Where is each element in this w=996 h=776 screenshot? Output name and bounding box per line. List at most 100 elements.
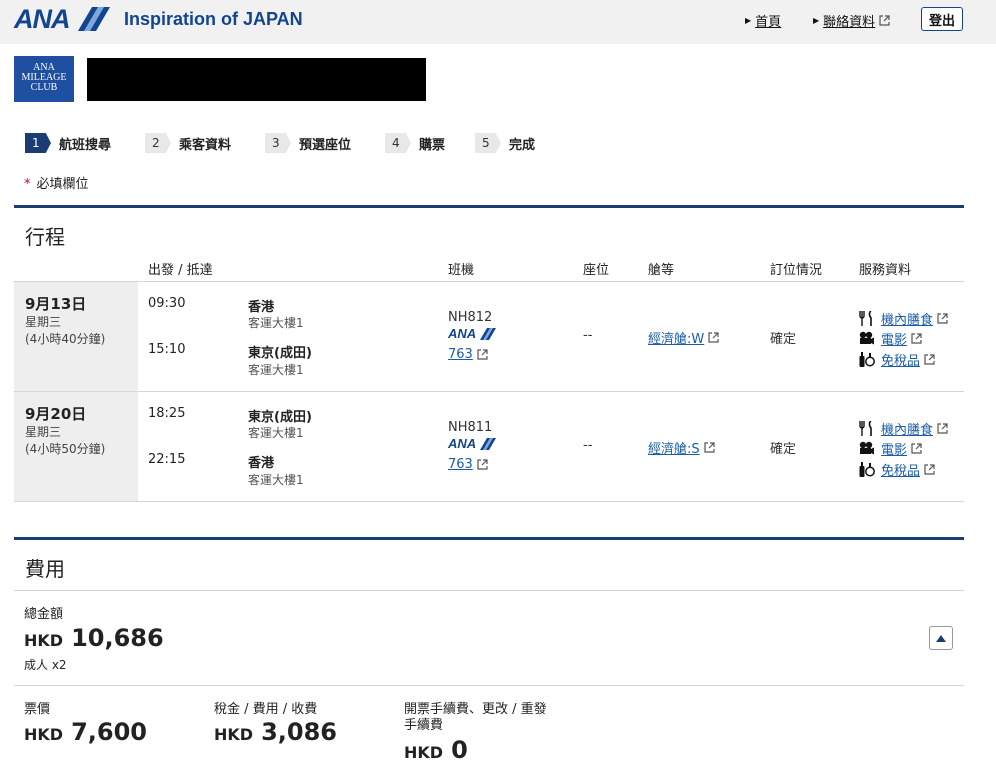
total-label: 總金額 bbox=[24, 607, 64, 622]
service-dutyfree-link[interactable]: 免稅品 bbox=[859, 350, 935, 369]
aircraft-label: 763 bbox=[448, 347, 473, 362]
service-label: 免稅品 bbox=[881, 354, 921, 369]
arrival-terminal: 客運大樓1 bbox=[248, 473, 304, 487]
external-link-icon bbox=[924, 354, 935, 365]
flight-date: 9月20日 bbox=[25, 405, 87, 423]
airline-logo: ANA bbox=[448, 326, 497, 341]
departure-terminal: 客運大樓1 bbox=[248, 316, 304, 330]
total-amount: HKD 10,686 bbox=[24, 624, 164, 652]
col-flight: 班機 bbox=[448, 263, 475, 278]
booking-status: 確定 bbox=[770, 442, 797, 457]
seat-value: -- bbox=[583, 328, 593, 343]
flight-number: NH812 bbox=[448, 310, 493, 325]
step-3: 3 預選座位 bbox=[265, 133, 351, 153]
col-status: 訂位情況 bbox=[770, 263, 823, 278]
flight-date: 9月13日 bbox=[25, 295, 87, 313]
flight-weekday: 星期三 bbox=[25, 425, 62, 439]
duty-free-bottle-icon bbox=[859, 352, 875, 367]
ana-logo[interactable]: ANA bbox=[14, 4, 110, 34]
ticketing-currency: HKD bbox=[404, 743, 444, 762]
ana-stripes-icon bbox=[77, 7, 110, 31]
step-number: 2 bbox=[145, 133, 171, 153]
tax-amount: HKD 3,086 bbox=[214, 718, 337, 746]
fork-knife-icon bbox=[859, 421, 872, 436]
ticketing-fee-amount: HKD 0 bbox=[404, 736, 468, 764]
triangle-right-icon: ▶ bbox=[745, 16, 752, 25]
fork-knife-icon bbox=[859, 311, 872, 326]
total-value: 10,686 bbox=[71, 624, 164, 652]
row-divider bbox=[14, 501, 964, 502]
tax-currency: HKD bbox=[214, 725, 254, 744]
film-camera-icon bbox=[859, 441, 874, 455]
service-meal-link[interactable]: 機內膳食 bbox=[859, 309, 948, 328]
service-label: 電影 bbox=[881, 443, 908, 458]
arrival-city: 東京(成田) bbox=[248, 346, 312, 361]
step-2: 2 乘客資料 bbox=[145, 133, 231, 153]
step-4: 4 購票 bbox=[385, 133, 445, 153]
tagline: Inspiration of JAPAN bbox=[124, 9, 303, 29]
fees-divider bbox=[14, 590, 964, 591]
service-label: 機內膳食 bbox=[881, 423, 934, 438]
itinerary-rule bbox=[14, 205, 964, 208]
external-link-icon bbox=[924, 464, 935, 475]
fare-value: 7,600 bbox=[71, 718, 147, 746]
external-link-icon bbox=[477, 349, 488, 360]
external-link-icon bbox=[704, 442, 715, 453]
external-link-icon bbox=[879, 15, 890, 26]
fare-label: 票價 bbox=[24, 702, 51, 717]
duty-free-bottle-icon bbox=[859, 462, 875, 477]
col-cabin: 艙等 bbox=[648, 263, 675, 278]
flight-duration: (4小時40分鐘) bbox=[25, 332, 106, 346]
ana-logo-text: ANA bbox=[14, 3, 70, 34]
date-cell: 9月13日 星期三 (4小時40分鐘) bbox=[14, 282, 138, 391]
flight-number: NH811 bbox=[448, 420, 493, 435]
fees-divider bbox=[14, 685, 964, 686]
row-divider bbox=[14, 391, 964, 392]
aircraft-label: 763 bbox=[448, 457, 473, 472]
seat-value: -- bbox=[583, 438, 593, 453]
cabin-label: 經濟艙:W bbox=[648, 332, 705, 347]
col-seat: 座位 bbox=[583, 263, 610, 278]
departure-city: 東京(成田) bbox=[248, 410, 312, 425]
service-label: 免稅品 bbox=[881, 464, 921, 479]
total-currency: HKD bbox=[24, 631, 64, 650]
ana-stripes-icon bbox=[480, 437, 497, 450]
contact-link[interactable]: ▶ 聯絡資料 bbox=[813, 11, 890, 30]
service-meal-link[interactable]: 機內膳食 bbox=[859, 419, 948, 438]
booking-status: 確定 bbox=[770, 332, 797, 347]
step-label: 航班搜尋 bbox=[59, 137, 112, 153]
service-movie-link[interactable]: 電影 bbox=[859, 439, 922, 458]
fees-rule bbox=[14, 537, 964, 540]
chevron-up-icon bbox=[936, 634, 946, 642]
external-link-icon bbox=[477, 459, 488, 470]
cabin-label: 經濟艙:S bbox=[648, 442, 700, 457]
logout-button[interactable]: 登出 bbox=[921, 7, 963, 31]
triangle-right-icon: ▶ bbox=[813, 16, 820, 25]
external-link-icon bbox=[937, 313, 948, 324]
club-logo-line: CLUB bbox=[30, 82, 58, 93]
airline-logo-text: ANA bbox=[448, 436, 477, 451]
home-link-label: 首頁 bbox=[755, 15, 782, 30]
contact-link-label: 聯絡資料 bbox=[823, 15, 876, 30]
cabin-link[interactable]: 經濟艙:W bbox=[648, 328, 719, 347]
tax-value: 3,086 bbox=[261, 718, 337, 746]
ana-stripes-icon bbox=[480, 327, 497, 340]
arrival-time: 15:10 bbox=[148, 342, 186, 357]
departure-city: 香港 bbox=[248, 300, 275, 315]
airline-logo: ANA bbox=[448, 436, 497, 451]
step-label: 購票 bbox=[419, 137, 446, 153]
aircraft-link[interactable]: 763 bbox=[448, 457, 488, 472]
required-note: * 必填欄位 bbox=[24, 173, 89, 192]
home-link[interactable]: ▶ 首頁 bbox=[745, 11, 781, 30]
collapse-fees-button[interactable] bbox=[929, 626, 953, 650]
step-5: 5 完成 bbox=[475, 133, 535, 153]
date-cell: 9月20日 星期三 (4小時50分鐘) bbox=[14, 392, 138, 501]
service-dutyfree-link[interactable]: 免稅品 bbox=[859, 460, 935, 479]
passenger-count: 成人 x2 bbox=[24, 658, 67, 672]
aircraft-link[interactable]: 763 bbox=[448, 347, 488, 362]
step-number: 4 bbox=[385, 133, 411, 153]
step-label: 完成 bbox=[509, 137, 536, 153]
row-divider bbox=[14, 281, 964, 282]
cabin-link[interactable]: 經濟艙:S bbox=[648, 438, 715, 457]
service-movie-link[interactable]: 電影 bbox=[859, 329, 922, 348]
